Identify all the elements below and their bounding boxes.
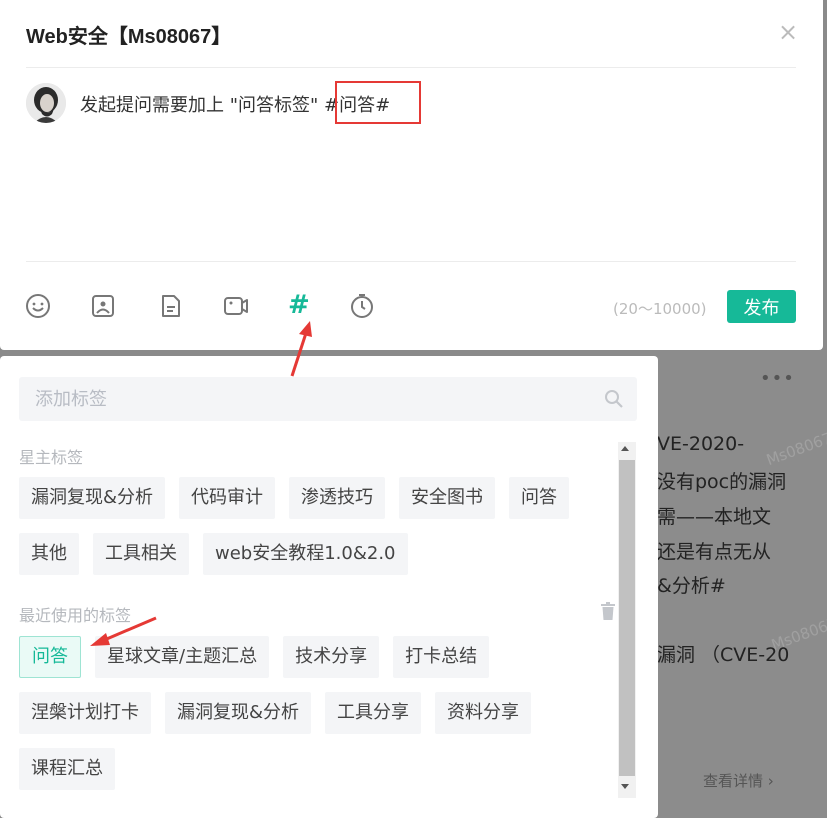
scroll-up-arrow-icon[interactable] xyxy=(621,446,629,451)
timer-icon[interactable] xyxy=(349,293,375,319)
avatar xyxy=(26,83,66,123)
recent-tag-list: 问答 星球文章/主题汇总 技术分享 打卡总结 涅槃计划打卡 漏洞复现&分析 工具… xyxy=(19,636,609,790)
post-text-line: VE-2020- xyxy=(657,433,745,455)
video-icon[interactable] xyxy=(223,293,249,319)
tag-item-active[interactable]: 问答 xyxy=(19,636,81,678)
tag-item[interactable]: 课程汇总 xyxy=(19,748,115,790)
divider xyxy=(26,261,796,262)
file-icon[interactable] xyxy=(158,293,184,319)
tag-item[interactable]: 工具相关 xyxy=(93,533,189,575)
tag-item[interactable]: 代码审计 xyxy=(179,477,276,519)
post-dialog: Web安全【Ms08067】 × 发起提问需要加上 "问答标签" #问答# # xyxy=(0,0,823,350)
tag-item[interactable]: 资料分享 xyxy=(435,692,532,734)
trash-icon[interactable] xyxy=(600,602,616,620)
owner-tags-label: 星主标签 xyxy=(19,448,84,467)
dialog-title: Web安全【Ms08067】 xyxy=(26,26,232,48)
tag-item[interactable]: 问答 xyxy=(509,477,570,519)
tag-item[interactable]: 打卡总结 xyxy=(393,636,490,678)
post-text-line: 漏洞 （CVE-20 xyxy=(657,644,790,666)
tag-item[interactable]: 其他 xyxy=(19,533,79,575)
divider xyxy=(26,67,796,68)
post-text-line: 需——本地文 xyxy=(657,506,772,528)
search-icon[interactable] xyxy=(604,389,624,409)
tag-item[interactable]: 技术分享 xyxy=(283,636,380,678)
tag-item[interactable]: web安全教程1.0&2.0 xyxy=(203,533,408,575)
tag-item[interactable]: 漏洞复现&分析 xyxy=(19,477,166,519)
scroll-down-arrow-icon[interactable] xyxy=(621,784,629,789)
view-detail-label: 查看详情 xyxy=(703,772,764,790)
close-button[interactable]: × xyxy=(778,20,798,44)
tag-item[interactable]: 安全图书 xyxy=(399,477,496,519)
view-detail-link[interactable]: 查看详情 › xyxy=(703,770,774,791)
hashtag-icon[interactable]: # xyxy=(288,290,310,320)
tag-item[interactable]: 渗透技巧 xyxy=(289,477,386,519)
publish-button[interactable]: 发布 xyxy=(727,290,796,323)
image-icon[interactable] xyxy=(90,293,116,319)
tag-item[interactable]: 工具分享 xyxy=(325,692,422,734)
post-text-line: 还是有点无从 xyxy=(657,541,772,563)
post-text-line: &分析# xyxy=(657,575,726,597)
tag-item[interactable]: 漏洞复现&分析 xyxy=(165,692,312,734)
emoji-icon[interactable] xyxy=(25,293,51,319)
recent-tags-label: 最近使用的标签 xyxy=(19,606,132,625)
char-counter: (20～10000) xyxy=(613,300,707,318)
highlight-box xyxy=(335,81,421,124)
scrollbar-thumb[interactable] xyxy=(619,460,635,776)
owner-tag-list: 漏洞复现&分析 代码审计 渗透技巧 安全图书 问答 其他 工具相关 web安全教… xyxy=(19,477,609,575)
more-menu-icon[interactable]: ••• xyxy=(760,368,795,389)
tag-search-input[interactable] xyxy=(19,377,637,421)
post-text-line: 没有poc的漏洞 xyxy=(657,471,787,493)
tag-item[interactable]: 涅槃计划打卡 xyxy=(19,692,151,734)
tag-popup: 星主标签 漏洞复现&分析 代码审计 渗透技巧 安全图书 问答 其他 工具相关 w… xyxy=(0,356,658,818)
tag-item[interactable]: 星球文章/主题汇总 xyxy=(95,636,270,678)
